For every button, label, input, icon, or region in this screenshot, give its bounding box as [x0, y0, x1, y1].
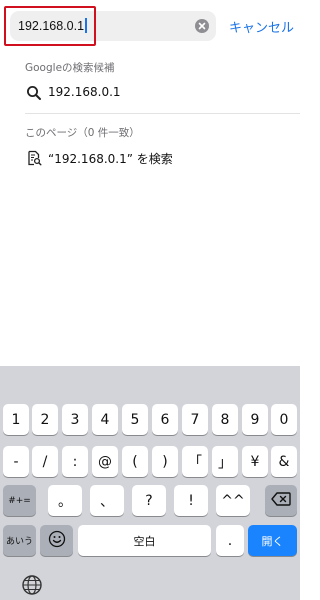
key-4[interactable]: 4 [92, 404, 118, 435]
key-colon[interactable]: : [62, 446, 88, 477]
divider [25, 113, 300, 114]
key-yen[interactable]: ¥ [242, 446, 268, 477]
space-key[interactable]: 空白 [78, 525, 211, 556]
key-0[interactable]: 0 [271, 404, 297, 435]
google-suggestion-text: 192.168.0.1 [48, 85, 121, 99]
google-suggestion-row[interactable]: 192.168.0.1 [0, 76, 300, 110]
key-kuten[interactable]: 。 [48, 485, 82, 516]
find-in-page-icon [26, 150, 42, 166]
key-slash[interactable]: / [32, 446, 58, 477]
key-kaomoji[interactable]: ^^ [216, 485, 250, 516]
key-hyphen[interactable]: - [3, 446, 29, 477]
find-on-page-text: “192.168.0.1” を検索 [48, 152, 173, 166]
find-on-page-row[interactable]: “192.168.0.1” を検索 [0, 141, 300, 175]
on-page-header: このページ（0 件一致） [25, 127, 140, 139]
key-exclamation[interactable]: ! [174, 485, 208, 516]
globe-icon[interactable] [21, 574, 43, 600]
search-bar: 192.168.0.1 キャンセル [0, 0, 300, 52]
key-6[interactable]: 6 [152, 404, 178, 435]
key-5[interactable]: 5 [122, 404, 148, 435]
highlight-box [4, 6, 96, 46]
emoji-key[interactable] [40, 525, 73, 556]
key-question[interactable]: ? [132, 485, 166, 516]
key-close-bracket[interactable]: 」 [212, 446, 238, 477]
clear-text-icon[interactable] [195, 19, 209, 33]
key-close-paren[interactable]: ) [152, 446, 178, 477]
key-2[interactable]: 2 [32, 404, 58, 435]
key-open-bracket[interactable]: 「 [182, 446, 208, 477]
key-8[interactable]: 8 [212, 404, 238, 435]
key-touten[interactable]: 、 [90, 485, 124, 516]
backspace-icon [271, 491, 291, 510]
google-suggestions-header: Googleの検索候補 [25, 62, 115, 74]
key-ampersand[interactable]: & [271, 446, 297, 477]
kana-mode-key[interactable]: あいう [3, 525, 36, 556]
cancel-button[interactable]: キャンセル [229, 17, 294, 36]
key-3[interactable]: 3 [62, 404, 88, 435]
keyboard: 1 2 3 4 5 6 7 8 9 0 - / : @ ( ) 「 」 ¥ & … [0, 366, 300, 600]
search-icon [26, 85, 42, 101]
key-period[interactable]: . [216, 525, 244, 556]
symbol-mode-key[interactable]: #+= [3, 485, 36, 516]
key-1[interactable]: 1 [3, 404, 29, 435]
key-open-paren[interactable]: ( [122, 446, 148, 477]
go-button[interactable]: 開く [248, 525, 297, 556]
key-9[interactable]: 9 [242, 404, 268, 435]
emoji-icon [48, 530, 66, 552]
key-at[interactable]: @ [92, 446, 118, 477]
key-7[interactable]: 7 [182, 404, 208, 435]
backspace-key[interactable] [265, 485, 297, 516]
